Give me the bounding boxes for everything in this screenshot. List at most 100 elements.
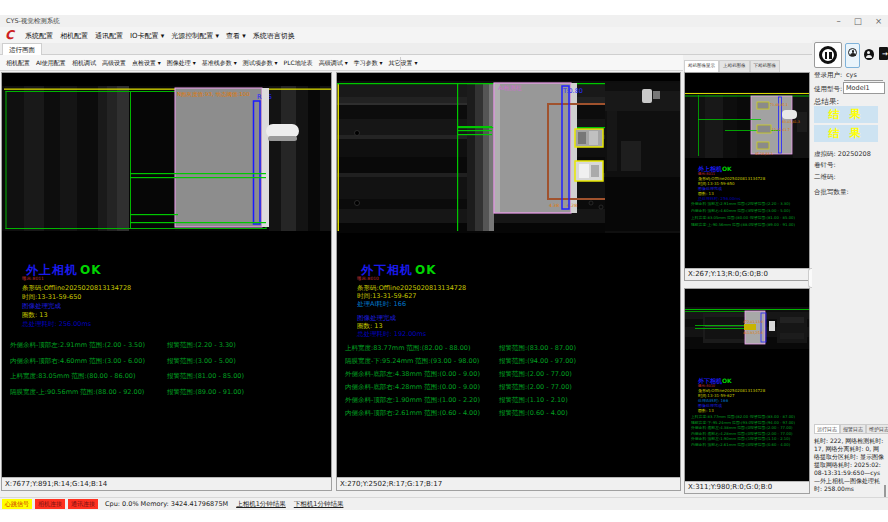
measurement-text: 内侧余料-顶部右:4.60mm 范围:(3.00 - 6.00) — [10, 357, 167, 373]
batch-label: 合批写数量: — [814, 188, 849, 197]
operator-button[interactable] — [862, 44, 875, 66]
measurement-text: 隔膜宽度-上:90.56mm 范围:(88.00 - 92.00) — [691, 222, 750, 229]
pause-icon — [819, 46, 837, 64]
exit-button[interactable] — [877, 43, 888, 68]
log-tab[interactable]: 报警日志 — [840, 424, 866, 434]
thumb-loops: 圈数: 13 — [698, 408, 714, 413]
login-value: cys — [846, 71, 857, 79]
menu-item[interactable]: 相机配置 — [60, 31, 88, 41]
time-text: 时间:13-31-59-650 — [22, 293, 81, 302]
measurement-text: 内侧余料-底部右:4.28mm 范围:(0.00 - 9.00) — [345, 383, 499, 396]
toolbar-item[interactable]: 高级调试 ▾ — [319, 59, 348, 68]
toolbar-item[interactable]: 相机调试 — [72, 59, 96, 68]
measurement-row: 内侧余料-顶部右:2.61mm 范围:(0.60 - 4.00)报警范围:(0.… — [691, 442, 809, 448]
svg-text:461.93,25.8: 461.93,25.8 — [743, 331, 763, 335]
model-select[interactable]: Model1 — [843, 82, 885, 94]
log-scrollbar[interactable] — [884, 485, 886, 497]
measurement-row: 上料宽度:83.05mm 范围:(80.00 - 86.00)报警范围:(81.… — [691, 215, 809, 222]
total-time-text: 总处理耗时: 192.00ms — [357, 330, 426, 339]
toolbar-item[interactable]: 学习参数 ▾ — [354, 59, 383, 68]
measurement-alarm: 报警范围:(3.00 - 5.00) — [750, 208, 790, 215]
camera-thumb-top[interactable]: 73.48,45.1 12.01,61.7 83.03,41.3 45.18,8… — [684, 72, 810, 281]
measurement-alarm: 报警范围:(81.00 - 85.00) — [750, 215, 795, 222]
virtual-code: 虚拟码: 20250208 — [814, 150, 871, 159]
camera-canvas-mid: AI检测框 4.38 4.28 T:0.80 外下相机OK 曝光:8010 条 — [337, 73, 680, 477]
window-controls: – □ × — [824, 16, 882, 26]
result-box-2: 结 果 — [814, 125, 878, 142]
pause-button[interactable] — [814, 42, 842, 68]
toolbar-item[interactable]: AI使用配置 — [36, 59, 66, 68]
toolbar-item[interactable]: 基准线参数 ▾ — [202, 59, 237, 68]
minimize-button[interactable]: – — [837, 16, 841, 26]
svg-text:12.01,61.7: 12.01,61.7 — [772, 128, 790, 132]
measurement-text: 上料宽度:83.77mm 范围:(82.00 - 88.00) — [345, 344, 499, 357]
measurement-alarm: 报警范围:(94.00 - 97.00) — [499, 357, 576, 370]
toolbar-item[interactable]: PLC地址表 — [284, 59, 313, 68]
toolbar-item[interactable]: 测试项参数 ▾ — [243, 59, 278, 68]
result-box-1: 结 果 — [814, 106, 878, 123]
camera-view-left[interactable]: N面灰度值:93, 动态阈值:100 R:46 外上相机OK 曝光:8011 条… — [1, 72, 332, 491]
panel-collapse-handle[interactable] — [808, 268, 812, 288]
measurement-alarm: 报警范围:(3.00 - 5.00) — [167, 357, 236, 373]
measurement-row: 隔膜宽度-上:90.56mm 范围:(88.00 - 92.00)报警范围:(8… — [10, 388, 244, 404]
measurement-text: 内侧余料-顶部右:2.61mm 范围:(0.60 - 4.00) — [691, 442, 750, 448]
toolbar-item[interactable]: 图像处理 ▾ — [167, 59, 196, 68]
operator-icon — [864, 49, 874, 60]
thumb-tab[interactable]: 下相机图像 — [750, 60, 781, 72]
toolbar-item[interactable]: 相机配置 — [6, 59, 30, 68]
camera-view-mid[interactable]: AI检测框 4.38 4.28 T:0.80 外下相机OK 曝光:8010 条 — [336, 72, 681, 491]
menu-item[interactable]: 查看 ▾ — [226, 31, 246, 41]
login-label: 登录用户: — [814, 71, 842, 80]
view-statusbar-mid: X:270;Y:2502;R:17;G:17;B:17 — [337, 477, 680, 490]
lower-camera-result-link[interactable]: 下相机1分钟结果 — [294, 500, 344, 509]
menu-item[interactable]: 光源控制配置 ▾ — [171, 31, 219, 41]
svg-text:4.38: 4.38 — [549, 203, 559, 208]
measurement-alarm: 报警范围:(1.10 - 2.10) — [499, 396, 568, 409]
measurement-alarm: 报警范围:(0.60 - 4.00) — [750, 442, 790, 448]
total-time-text: 总处理耗时: 256.00ms — [22, 320, 91, 329]
model-label: 使用型号: — [814, 85, 842, 94]
thumb-tab[interactable]: 上相机图像 — [719, 60, 750, 72]
thumb-tab[interactable]: 相机图像显示 — [684, 60, 719, 72]
log-tab[interactable]: 运行日志 — [814, 424, 840, 434]
pin-label: 卷针号: — [814, 161, 836, 170]
menu-item[interactable]: 系统配置 — [25, 31, 53, 41]
camera-thumb-bottom[interactable]: 472.01,13.9 461.93,25.8 外下相机OK 曝光:8010 条… — [684, 288, 810, 494]
measurement-text: 上料宽度:83.05mm 范围:(80.00 - 86.00) — [691, 215, 750, 222]
thumb-tabs: 相机图像显示上相机图像下相机图像 — [684, 60, 810, 72]
maximize-button[interactable]: □ — [854, 16, 862, 26]
menu-item[interactable]: 系统语言切换 — [253, 31, 295, 41]
close-button[interactable]: × — [875, 16, 882, 26]
title-bar: CYS-视觉检测系统 –□× — [0, 15, 888, 27]
svg-text:N面灰度值:93, 动态阈值:100: N面灰度值:93, 动态阈值:100 — [177, 91, 250, 98]
camera-canvas-left: N面灰度值:93, 动态阈值:100 R:46 外上相机OK 曝光:8011 条… — [2, 73, 331, 477]
menu-items: 系统配置相机配置通讯配置 IO卡配置 ▾ 光源控制配置 ▾ 查看 ▾ 系统语言切换 — [25, 31, 295, 41]
menu-item[interactable]: 通讯配置 — [95, 31, 123, 41]
upper-camera-result-link[interactable]: 上相机1分钟结果 — [236, 500, 286, 509]
measurement-text: 内侧余料-顶部右:2.61mm 范围:(0.60 - 4.00) — [345, 409, 499, 422]
toolbar-item[interactable]: 其它设置 ▾ — [389, 59, 418, 68]
measurement-alarm: 报警范围:(2.20 - 3.30) — [750, 201, 790, 208]
status-badge: 心跳信号 — [2, 499, 32, 509]
toolbar-item[interactable]: 点检设置 ▾ — [132, 59, 161, 68]
thumb-statusbar-top: X:267;Y:13;R:0;G:0;B:0 — [685, 268, 809, 280]
user-button[interactable] — [845, 43, 860, 68]
menu-bar: C 系统配置相机配置通讯配置IO卡配置 ▾光源控制配置 ▾查看 ▾系统语言切换 — [0, 27, 888, 43]
measurement-alarm: 报警范围:(83.00 - 87.00) — [499, 344, 576, 357]
tab-run-screen[interactable]: 运行画面 — [2, 43, 42, 55]
measurement-row: 内侧余料-顶部右:4.60mm 范围:(3.00 - 6.00)报警范围:(3.… — [10, 357, 244, 373]
toolbar-items: 相机配置 AI使用配置相机调试高级设置点检设置 ▾ 图像处理 ▾ 基准线参数 ▾ 测试项… — [6, 59, 417, 68]
login-underline — [844, 80, 883, 81]
measurement-row: 隔膜宽度-下:95.24mm 范围:(93.00 - 98.00)报警范围:(9… — [345, 357, 576, 370]
toolbar-item[interactable]: 高级设置 — [102, 59, 126, 68]
thumb-canvas-top: 73.48,45.1 12.01,61.7 83.03,41.3 45.18,8… — [685, 73, 809, 268]
measurement-row: 上料宽度:83.05mm 范围:(80.00 - 86.00)报警范围:(81.… — [10, 372, 244, 388]
svg-text:T:0.80: T:0.80 — [562, 87, 583, 95]
measurement-text: 隔膜宽度-下:95.24mm 范围:(93.00 - 98.00) — [345, 357, 499, 370]
log-tab[interactable]: 维护日志 — [866, 424, 888, 434]
measurement-row: 外侧余料-顶部左:1.90mm 范围:(1.00 - 2.20)报警范围:(1.… — [345, 396, 576, 409]
exposure-text: 曝光:8010 — [357, 276, 379, 281]
status-badge: 相机连接 — [35, 499, 65, 509]
menu-item[interactable]: IO卡配置 ▾ — [130, 31, 164, 41]
exposure-text: 曝光:8011 — [22, 276, 44, 281]
